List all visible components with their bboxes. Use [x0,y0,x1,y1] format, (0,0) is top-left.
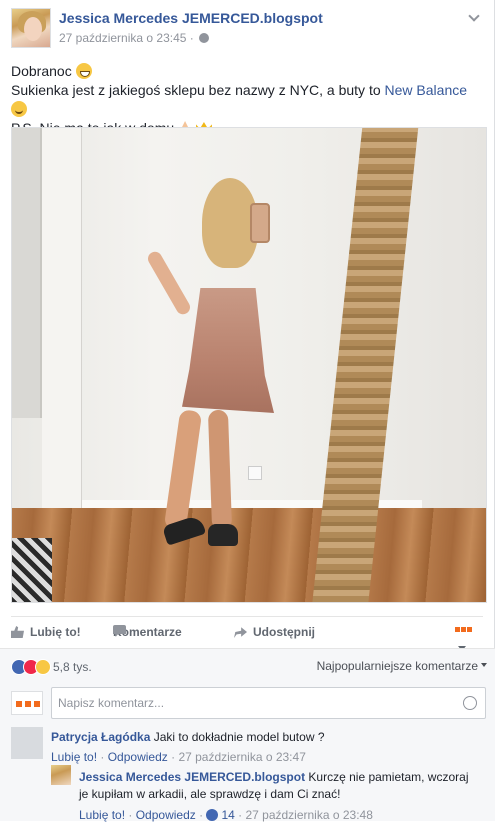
comment-input[interactable] [51,687,486,719]
comment-body: Patrycja Łagódka Jaki to dokładnie model… [51,729,481,765]
reply-like-link[interactable]: Lubię to! [79,808,125,822]
commenter-page-avatar [11,691,43,715]
like-label: Lubię to! [30,625,81,639]
like-badge-icon [206,809,219,821]
page-audience-selector[interactable] [455,627,481,651]
share-arrow-icon [234,627,247,638]
author-avatar[interactable] [11,8,51,48]
page-logo-icon [467,627,472,632]
comment-item: Patrycja Łagódka Jaki to dokładnie model… [11,727,486,767]
globe-icon [199,33,210,43]
reply-item: Jessica Mercedes JEMERCED.blogspot Kurcz… [51,765,487,824]
greeting-text: Dobranoc [11,63,72,79]
photo-phone [250,203,270,243]
post-action-bar: Lubię to! Komentarze Udostępnij [11,616,483,651]
page-logo-icon [455,627,460,632]
comment-footer: Lubię to! · Odpowiedz · 27 października … [51,750,306,764]
reply-timestamp[interactable]: 27 października o 23:48 [245,808,372,822]
new-balance-link[interactable]: New Balance [385,82,468,98]
meta-separator: · [189,31,194,45]
reply-author-avatar[interactable] [51,765,71,785]
comment-sort-dropdown[interactable]: Najpopularniejsze komentarze [317,659,487,673]
page-logo-icon [16,701,22,707]
thumbs-up-icon [11,626,24,638]
page-logo-icon [34,701,40,707]
post-timestamp[interactable]: 27 października o 23:45 [59,31,186,45]
photo-doorframe [42,128,82,513]
author-name[interactable]: Jessica Mercedes JEMERCED.blogspot [59,10,323,26]
photo-sneaker-right [208,524,238,546]
reaction-count[interactable]: 5,8 tys. [53,660,92,674]
smiley-icon[interactable] [463,696,477,710]
like-button[interactable]: Lubię to! [11,625,81,639]
dress-text: Sukienka jest z jakiegoś sklepu bez nazw… [11,82,381,98]
avatar-face [24,17,42,41]
comment-like-link[interactable]: Lubię to! [51,750,97,764]
reply-author[interactable]: Jessica Mercedes JEMERCED.blogspot [79,770,305,784]
comment-timestamp[interactable]: 27 października o 23:47 [178,750,305,764]
share-button[interactable]: Udostępnij [234,625,315,639]
comment-author[interactable]: Patrycja Łagódka [51,730,150,744]
share-label: Udostępnij [253,625,315,639]
commenter-avatar[interactable] [11,727,43,759]
sort-label: Najpopularniejsze komentarze [316,659,478,673]
comment-button[interactable]: Komentarze [113,625,182,639]
photo-floor [12,508,486,602]
wow-reaction-icon [35,659,51,675]
smiling-emoji-icon [11,101,27,117]
photo-door [12,128,42,418]
comment-reply-link[interactable]: Odpowiedz [108,750,168,764]
comment-text: Jaki to dokładnie model butow ? [153,730,325,744]
reply-reply-link[interactable]: Odpowiedz [136,808,196,822]
post-meta: 27 października o 23:45 · [59,31,210,45]
photo-leg-right [207,409,233,531]
post-text-line-1: Dobranoc [11,62,486,81]
post-photo[interactable] [11,127,487,603]
reply-footer: Lubię to! · Odpowiedz · 14 · 27 paździer… [79,808,373,822]
new-comment-row [11,687,486,719]
post-text-line-2: Sukienka jest z jakiegoś sklepu bez nazw… [11,81,486,119]
post-header: Jessica Mercedes JEMERCED.blogspot 27 pa… [11,8,481,48]
reply-like-count[interactable]: 14 [221,808,234,822]
page-logo-icon [25,701,31,707]
grinning-emoji-icon [75,63,92,79]
comments-section: 5,8 tys. Najpopularniejsze komentarze Pa… [0,648,495,824]
photo-outlet [248,466,262,480]
page-logo-icon [461,627,466,632]
photo-rug [12,538,52,602]
facebook-post: Jessica Mercedes JEMERCED.blogspot 27 pa… [0,0,495,824]
reply-body: Jessica Mercedes JEMERCED.blogspot Kurcz… [79,769,479,824]
caret-down-icon [481,663,487,667]
chevron-down-icon[interactable] [467,10,481,24]
